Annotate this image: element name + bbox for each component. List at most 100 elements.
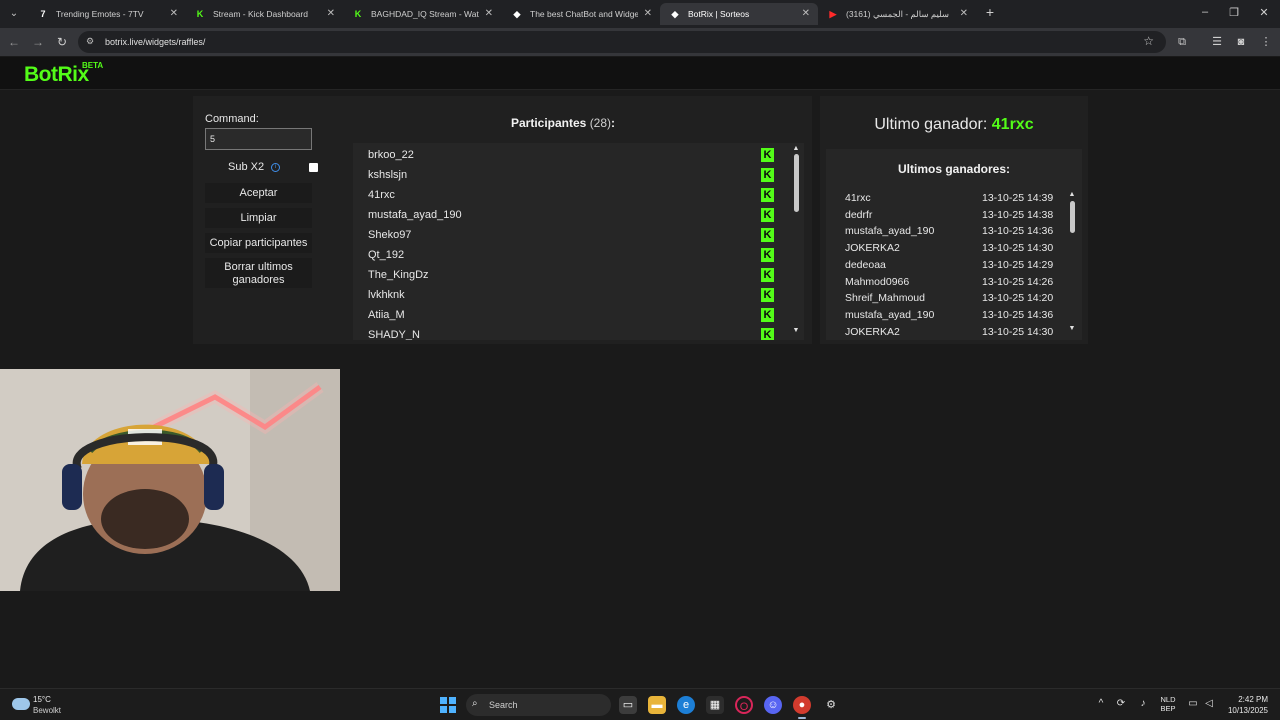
file-explorer-icon[interactable]: ▬	[648, 696, 666, 714]
reading-list-icon[interactable]: ☰	[1209, 34, 1225, 50]
discord-icon[interactable]: ☺	[764, 696, 782, 714]
tab-close-icon[interactable]: ✕	[170, 3, 178, 25]
kick-icon: K	[196, 9, 204, 19]
extensions-icon[interactable]: ⧉	[1174, 34, 1190, 50]
winners-scroll-thumb[interactable]	[1070, 201, 1075, 233]
tab-close-icon[interactable]: ✕	[960, 3, 968, 25]
accept-button[interactable]: Aceptar	[205, 183, 312, 203]
winner-date: 13-10-25 14:20	[982, 292, 1054, 305]
kick-icon: K	[761, 208, 774, 222]
sync-icon[interactable]: ⟳	[1114, 698, 1128, 709]
winner-row: 41rxc 13-10-25 14:39	[845, 190, 1055, 207]
webcam-image	[0, 369, 340, 591]
kick-icon: K	[761, 328, 774, 340]
participants-count: (28)	[589, 116, 612, 130]
delete-winners-button[interactable]: Borrar ultimos ganadores	[205, 258, 312, 288]
cloud-icon[interactable]	[12, 698, 30, 710]
winner-row: mustafa_ayad_190 13-10-25 14:36	[845, 307, 1055, 324]
participant-row: Sheko97 K	[368, 225, 778, 245]
edge-icon[interactable]: e	[677, 696, 695, 714]
clock-time: 2:42 PM	[1238, 695, 1268, 704]
back-icon[interactable]: ←	[6, 34, 22, 50]
winner-date: 13-10-25 14:39	[982, 192, 1054, 204]
weather-description[interactable]: Bewolkt	[33, 706, 61, 715]
browser-tab-strip: ⌄ 7 Trending Emotes - 7TV ✕ K Stream - Kick …	[0, 0, 1280, 28]
task-view-icon[interactable]: ▭	[619, 696, 637, 714]
new-tab-icon[interactable]: +	[982, 4, 998, 20]
bookmark-star-icon[interactable]: ☆	[1143, 34, 1154, 48]
winner-row: JOKERKA2 13-10-25 14:30	[845, 324, 1055, 340]
reload-icon[interactable]: ↻	[54, 34, 70, 50]
participant-name: lvkhknk	[368, 289, 405, 301]
opera-icon[interactable]: O	[735, 696, 753, 714]
winner-row: mustafa_ayad_190 13-10-25 14:36	[845, 223, 1055, 240]
sub-x2-label: Sub X2	[228, 161, 265, 173]
participants-title-text: Participantes	[510, 116, 587, 130]
tab-search-chevron-icon[interactable]: ⌄	[4, 4, 24, 24]
kick-icon: K	[761, 248, 774, 262]
language-indicator[interactable]: NLD BEP	[1158, 695, 1178, 713]
winner-row: Mahmod0966 13-10-25 14:26	[845, 274, 1055, 291]
botrix-icon: ◆	[513, 9, 521, 19]
participants-list[interactable]: brkoo_22 Kkshslsjn K 41rxc Kmustafa_ayad_190…	[353, 143, 804, 340]
winners-list-title: Ultimos ganadores:	[897, 162, 1011, 176]
address-bar[interactable]: ⚙ botrix.live/widgets/raffles/ ☆	[78, 31, 1166, 53]
browser-tab[interactable]: ◆ The best ChatBot and Widgets for Kick ✕	[502, 3, 660, 25]
winners-scroll-up-icon[interactable]: ▲	[1067, 191, 1077, 198]
participant-row: Qt_192 K	[368, 245, 778, 265]
minimize-icon[interactable]: –	[1197, 6, 1213, 18]
weather-temperature[interactable]: 15°C	[33, 695, 51, 704]
taskbar-search[interactable]: ⌕ Search	[466, 694, 611, 716]
display-icon[interactable]: ▭	[1186, 698, 1200, 709]
system-clock[interactable]: 2:42 PM 10/13/2025	[1222, 694, 1268, 716]
tab-close-icon[interactable]: ✕	[802, 3, 810, 25]
microphone-icon[interactable]: ♪	[1136, 698, 1150, 709]
command-input[interactable]: 5	[205, 128, 312, 150]
sub-x2-checkbox[interactable]	[309, 163, 318, 172]
tab-label: (3161) سليم سالم - الجمسي	[846, 9, 949, 19]
last-winner-heading: Ultimo ganador: 41rxc	[820, 116, 1088, 134]
info-icon[interactable]: i	[271, 163, 280, 172]
windows-start-icon[interactable]	[440, 697, 456, 713]
participant-row: lvkhknk K	[368, 285, 778, 305]
volume-icon[interactable]: ◁	[1202, 698, 1216, 709]
settings-icon[interactable]: ⚙	[822, 696, 840, 714]
url-text[interactable]: botrix.live/widgets/raffles/	[105, 31, 205, 53]
forward-icon[interactable]: →	[30, 34, 46, 50]
browser-tab[interactable]: K BAGHDAD_IQ Stream - Watch Live on Kick ✕	[343, 3, 501, 25]
scroll-up-arrow-icon[interactable]: ▲	[791, 145, 801, 152]
browser-tab[interactable]: K Stream - Kick Dashboard ✕	[185, 3, 343, 25]
winner-name: JOKERKA2	[845, 325, 900, 338]
tray-overflow-icon[interactable]: ^	[1094, 698, 1108, 709]
browser-tab[interactable]: ▶ (3161) سليم سالم - الجمسي ✕	[818, 3, 976, 25]
tab-label: Stream - Kick Dashboard	[213, 9, 308, 19]
scroll-down-arrow-icon[interactable]: ▼	[791, 327, 801, 334]
menu-kebab-icon[interactable]: ⋮	[1258, 34, 1274, 50]
winner-row: Shreif_Mahmoud 13-10-25 14:20	[845, 290, 1055, 307]
close-window-icon[interactable]: ✕	[1256, 6, 1272, 19]
browser-toolbar: ← → ↻ ⚙ botrix.live/widgets/raffles/ ☆ ⧉…	[0, 28, 1280, 56]
clock-date: 10/13/2025	[1227, 706, 1268, 715]
profile-icon[interactable]: ◙	[1233, 34, 1249, 50]
clear-button[interactable]: Limpiar	[205, 208, 312, 228]
tab-close-icon[interactable]: ✕	[644, 3, 652, 25]
winners-scroll-down-icon[interactable]: ▼	[1067, 325, 1077, 332]
browser-tab[interactable]: 7 Trending Emotes - 7TV ✕	[28, 3, 186, 25]
browser-tab[interactable]: ◆ BotRix | Sorteos ✕	[660, 3, 818, 25]
participant-row: mustafa_ayad_190 K	[368, 205, 778, 225]
botrix-logo[interactable]: BotRix	[24, 63, 89, 87]
participants-scroll-thumb[interactable]	[794, 154, 799, 212]
site-info-icon[interactable]: ⚙	[86, 36, 94, 47]
tab-close-icon[interactable]: ✕	[485, 3, 493, 25]
restore-icon[interactable]: ❐	[1226, 6, 1242, 19]
participant-row: kshslsjn K	[368, 165, 778, 185]
copy-participants-button[interactable]: Copiar participantes	[205, 233, 312, 253]
tab-close-icon[interactable]: ✕	[327, 3, 335, 25]
chrome-icon[interactable]: ●	[793, 696, 811, 719]
winner-name: mustafa_ayad_190	[845, 308, 935, 321]
participant-name: Qt_192	[368, 249, 405, 261]
kick-icon: K	[354, 9, 362, 19]
participant-row: SHADY_N K	[368, 325, 778, 340]
store-icon[interactable]: ▦	[706, 696, 724, 714]
winner-row: JOKERKA2 13-10-25 14:30	[845, 240, 1055, 257]
